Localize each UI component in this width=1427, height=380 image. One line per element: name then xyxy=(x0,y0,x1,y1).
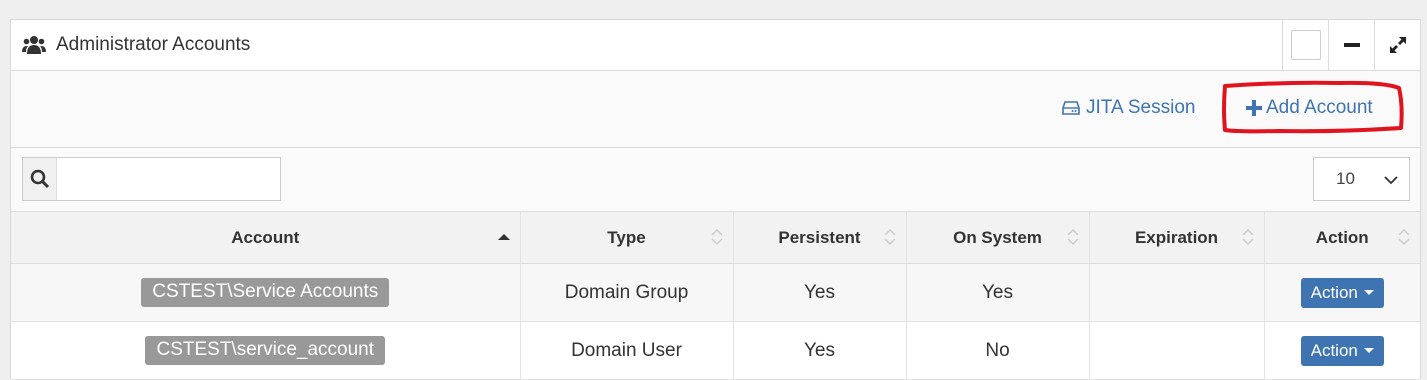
persistent-cell: Yes xyxy=(733,263,907,322)
column-header-action[interactable]: Action xyxy=(1264,211,1420,264)
on-system-cell: Yes xyxy=(906,263,1090,322)
type-cell: Domain User xyxy=(520,321,734,380)
chevron-down-icon xyxy=(1384,176,1398,185)
search-button[interactable] xyxy=(23,158,57,200)
panel-toggle-button[interactable] xyxy=(1282,20,1328,70)
sort-both-icon xyxy=(1398,228,1410,246)
sort-both-icon xyxy=(1241,228,1254,246)
type-cell: Domain Group xyxy=(520,263,734,322)
jita-session-label: JITA Session xyxy=(1086,97,1196,118)
action-dropdown-button[interactable]: Action xyxy=(1300,335,1384,366)
expand-icon xyxy=(1389,37,1406,53)
search-icon xyxy=(30,169,49,189)
caret-down-icon xyxy=(1363,348,1374,353)
action-dropdown-button[interactable]: Action xyxy=(1300,277,1384,308)
account-cell: CSTEST\Service Accounts xyxy=(11,263,521,322)
account-badge: CSTEST\Service Accounts xyxy=(141,278,390,307)
account-badge: CSTEST\service_account xyxy=(145,336,386,365)
minimize-icon xyxy=(1343,43,1360,47)
account-cell: CSTEST\service_account xyxy=(11,321,521,380)
column-header-persistent[interactable]: Persistent xyxy=(733,211,907,264)
minimize-button[interactable] xyxy=(1328,20,1374,70)
on-system-cell: No xyxy=(906,321,1090,380)
column-header-account[interactable]: Account xyxy=(11,211,521,264)
panel-header: Administrator Accounts xyxy=(11,20,1420,71)
panel-title: Administrator Accounts xyxy=(56,34,251,55)
expiration-cell xyxy=(1089,263,1265,322)
sort-both-icon xyxy=(710,228,723,246)
accounts-table: Account Type Persistent On System Expira… xyxy=(11,211,1420,380)
column-header-on-system[interactable]: On System xyxy=(906,211,1090,264)
action-cell: Action xyxy=(1264,321,1420,380)
action-cell: Action xyxy=(1264,263,1420,322)
column-header-type[interactable]: Type xyxy=(520,211,734,264)
users-icon xyxy=(22,36,46,54)
expand-button[interactable] xyxy=(1374,20,1420,70)
search-input[interactable] xyxy=(57,158,280,200)
page-size-value: 10 xyxy=(1336,169,1355,188)
expiration-cell xyxy=(1089,321,1265,380)
sort-asc-icon xyxy=(497,234,510,240)
administrator-accounts-panel: Administrator Accounts JITA Session Add … xyxy=(10,19,1421,380)
hard-drive-icon xyxy=(1062,101,1080,115)
table-row: CSTEST\Service Accounts Domain Group Yes… xyxy=(11,263,1420,322)
red-annotation-mark xyxy=(1222,80,1404,134)
sort-both-icon xyxy=(1066,228,1079,246)
table-row: CSTEST\service_account Domain User Yes N… xyxy=(11,321,1420,380)
caret-down-icon xyxy=(1363,290,1374,295)
sort-both-icon xyxy=(883,228,896,246)
persistent-cell: Yes xyxy=(733,321,907,380)
square-icon xyxy=(1290,30,1321,60)
panel-toolbar: JITA Session Add Account xyxy=(11,71,1420,148)
column-header-expiration[interactable]: Expiration xyxy=(1089,211,1265,264)
jita-session-link[interactable]: JITA Session xyxy=(1062,97,1195,119)
page-size-select[interactable]: 10 xyxy=(1313,157,1410,201)
table-header-row: Account Type Persistent On System Expira… xyxy=(11,211,1420,264)
table-controls: 10 xyxy=(11,148,1420,211)
search-box xyxy=(22,157,281,201)
